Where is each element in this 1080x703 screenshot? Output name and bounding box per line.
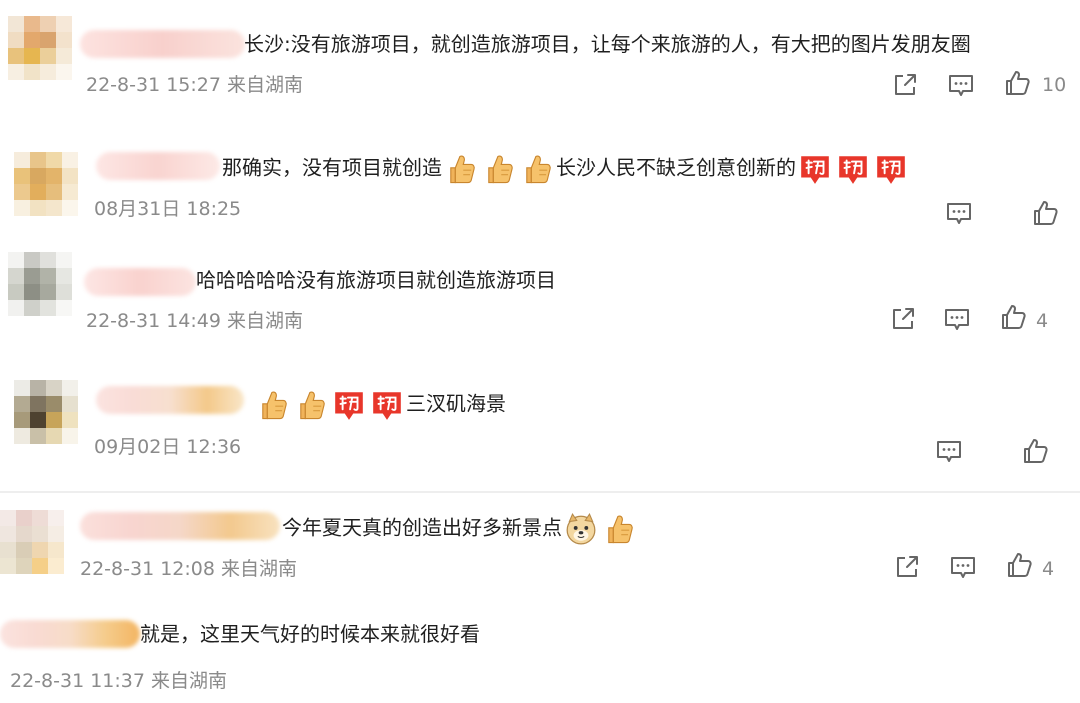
comment-icon xyxy=(946,70,976,100)
thumbs-up-icon xyxy=(1020,436,1050,466)
comment-item: 长沙:没有旅游项目，就创造旅游项目，让每个来旅游的人，有大把的图片发朋友圈 22… xyxy=(0,0,1080,120)
avatar[interactable] xyxy=(8,16,72,80)
like-button[interactable] xyxy=(1020,436,1050,466)
comment-item: 今年夏天真的创造出好多新景点 22-8-31 12:08 来自湖南 4 xyxy=(0,500,1080,600)
comment-icon xyxy=(934,436,964,466)
thumbs-up-icon xyxy=(1002,68,1032,98)
avatar[interactable] xyxy=(8,252,72,316)
share-button[interactable] xyxy=(892,552,922,582)
comment-text-part1: 今年夏天真的创造出好多新景点 xyxy=(282,515,562,540)
reply-button[interactable] xyxy=(944,198,974,228)
avatar[interactable] xyxy=(0,510,64,574)
cheer-emoji xyxy=(370,388,404,422)
doge-emoji xyxy=(564,512,598,546)
reply-button[interactable] xyxy=(942,304,972,334)
reply-text-part1: 三汊矶海景 xyxy=(406,391,506,416)
reply-button[interactable] xyxy=(934,436,964,466)
comment-item: 哈哈哈哈哈没有旅游项目就创造旅游项目 22-8-31 14:49 来自湖南 4 xyxy=(0,240,1080,360)
share-icon xyxy=(888,304,918,334)
avatar[interactable] xyxy=(14,152,78,216)
username-blurred[interactable] xyxy=(96,152,220,180)
thumbs-up-icon xyxy=(1004,550,1034,580)
cheer-emoji xyxy=(874,152,908,186)
reply-text: 那确实，没有项目就创造 长沙人民不缺乏创意创新的 xyxy=(222,152,910,186)
username-blurred[interactable] xyxy=(80,512,280,540)
divider xyxy=(0,491,1080,493)
cheer-emoji xyxy=(798,152,832,186)
thumbs-up-icon xyxy=(1030,198,1060,228)
thumbs-up-emoji xyxy=(256,388,290,422)
share-button[interactable] xyxy=(890,70,920,100)
share-icon xyxy=(890,70,920,100)
like-button[interactable] xyxy=(1030,198,1060,228)
reply-text: 三汊矶海景 xyxy=(254,388,506,422)
like-button[interactable] xyxy=(998,302,1028,332)
reply-button[interactable] xyxy=(948,552,978,582)
comment-meta: 22-8-31 12:08 来自湖南 xyxy=(80,558,297,580)
comment-text: 长沙:没有旅游项目，就创造旅游项目，让每个来旅游的人，有大把的图片发朋友圈 xyxy=(244,32,971,56)
thumbs-up-emoji xyxy=(520,152,554,186)
cheer-emoji xyxy=(332,388,366,422)
username-blurred[interactable] xyxy=(96,386,244,414)
thumbs-up-emoji xyxy=(444,152,478,186)
reply-item: 那确实，没有项目就创造 长沙人民不缺乏创意创新的 08月31日 18:25 xyxy=(0,140,1080,240)
username-blurred[interactable] xyxy=(80,30,245,58)
like-count: 4 xyxy=(1042,558,1055,580)
username-blurred[interactable] xyxy=(84,268,196,296)
reply-meta: 08月31日 18:25 xyxy=(94,198,242,220)
comment-item: 就是，这里天气好的时候本来就很好看 22-8-31 11:37 来自湖南 xyxy=(0,610,1080,703)
like-button[interactable] xyxy=(1002,68,1032,98)
cheer-emoji xyxy=(836,152,870,186)
thumbs-up-icon xyxy=(998,302,1028,332)
comment-meta: 22-8-31 14:49 来自湖南 xyxy=(86,310,303,332)
avatar[interactable] xyxy=(14,380,78,444)
like-count: 10 xyxy=(1042,74,1067,96)
reply-text-part2: 长沙人民不缺乏创意创新的 xyxy=(556,155,796,180)
reply-item: 三汊矶海景 09月02日 12:36 xyxy=(0,372,1080,482)
comment-icon xyxy=(948,552,978,582)
comment-text: 哈哈哈哈哈没有旅游项目就创造旅游项目 xyxy=(196,268,556,292)
comment-icon xyxy=(942,304,972,334)
comment-text: 就是，这里天气好的时候本来就很好看 xyxy=(140,622,480,646)
reply-text-part1: 那确实，没有项目就创造 xyxy=(222,155,442,180)
share-button[interactable] xyxy=(888,304,918,334)
like-button[interactable] xyxy=(1004,550,1034,580)
reply-button[interactable] xyxy=(946,70,976,100)
comment-meta: 22-8-31 15:27 来自湖南 xyxy=(86,74,303,96)
comment-icon xyxy=(944,198,974,228)
like-count: 4 xyxy=(1036,310,1049,332)
thumbs-up-emoji xyxy=(602,512,636,546)
username-blurred[interactable] xyxy=(0,620,140,648)
thumbs-up-emoji xyxy=(294,388,328,422)
thumbs-up-emoji xyxy=(482,152,516,186)
share-icon xyxy=(892,552,922,582)
comment-meta: 22-8-31 11:37 来自湖南 xyxy=(10,670,227,692)
reply-meta: 09月02日 12:36 xyxy=(94,436,242,458)
comment-text: 今年夏天真的创造出好多新景点 xyxy=(282,512,638,546)
